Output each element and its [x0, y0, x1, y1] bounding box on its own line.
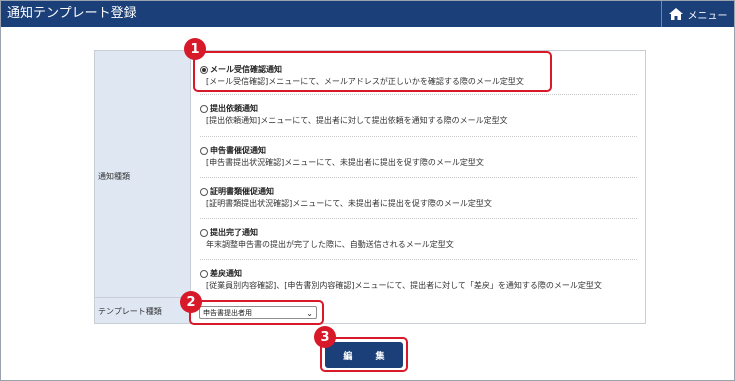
option-name: 申告書催促通知 — [210, 146, 266, 155]
template-type-label: テンプレート種類 — [98, 307, 162, 316]
callout-badge-3: 3 — [314, 326, 336, 348]
radio-submit-request[interactable] — [200, 104, 208, 113]
option-name: 証明書類催促通知 — [210, 187, 274, 196]
radio-submit-complete[interactable] — [200, 228, 208, 237]
callout-badge-2: 2 — [180, 291, 202, 313]
option-desc: [提出依頼通知]メニューにて、提出者に対して提出依頼を通知する際のメール定型文 — [206, 116, 508, 125]
option-remand[interactable]: 差戻通知 [従業員別内容確認]、[申告書別内容確認]メニューにて、提出者に対して… — [200, 268, 637, 296]
option-name: 差戻通知 — [210, 269, 242, 278]
option-name: メール受信確認通知 — [210, 65, 282, 74]
template-form: 通知種類 テンプレート種類 メール受信確認通知 [メール受信確認]メニューにて、… — [94, 50, 646, 324]
option-submit-request[interactable]: 提出依頼通知 [提出依頼通知]メニューにて、提出者に対して提出依頼を通知する際の… — [200, 103, 637, 137]
edit-button[interactable]: 編 集 — [325, 342, 403, 368]
option-desc: 年末調整申告書の提出が完了した際に、自動送信されるメール定型文 — [206, 240, 454, 249]
chevron-down-icon: ⌄ — [306, 309, 313, 318]
option-submit-complete[interactable]: 提出完了通知 年末調整申告書の提出が完了した際に、自動送信されるメール定型文 — [200, 227, 637, 260]
notification-type-label: 通知種類 — [98, 172, 130, 181]
template-type-label-cell: テンプレート種類 — [95, 298, 191, 323]
home-icon — [668, 8, 683, 20]
option-desc: [証明書類提出状況確認]メニューにて、未提出者に提出を促す際のメール定型文 — [206, 199, 492, 208]
option-mail-confirm[interactable]: メール受信確認通知 [メール受信確認]メニューにて、メールアドレスが正しいかを確… — [200, 64, 637, 95]
notification-type-label-cell: 通知種類 — [95, 51, 191, 298]
option-declaration-reminder[interactable]: 申告書催促通知 [申告書提出状況確認]メニューにて、未提出者に提出を促す際のメー… — [200, 145, 637, 178]
template-select-value: 申告書提出者用 — [203, 309, 252, 317]
page-header: 通知テンプレート登録 メニュー — [1, 1, 734, 27]
radio-remand[interactable] — [200, 269, 208, 278]
option-desc: [メール受信確認]メニューにて、メールアドレスが正しいかを確認する際のメール定型… — [206, 77, 524, 86]
menu-label: メニュー — [687, 10, 728, 22]
page-title: 通知テンプレート登録 — [7, 6, 137, 21]
radio-mail-confirm[interactable] — [200, 65, 208, 74]
option-desc: [申告書提出状況確認]メニューにて、未提出者に提出を促す際のメール定型文 — [206, 158, 484, 167]
window-frame: 通知テンプレート登録 メニュー 通知種類 テンプレート種類 メール受信確認通知 … — [0, 0, 735, 381]
menu-button[interactable]: メニュー — [661, 1, 734, 27]
option-certificate-reminder[interactable]: 証明書類催促通知 [証明書類提出状況確認]メニューにて、未提出者に提出を促す際の… — [200, 186, 637, 219]
option-desc: [従業員別内容確認]、[申告書別内容確認]メニューにて、提出者に対して「差戻」を… — [206, 281, 602, 290]
callout-badge-1: 1 — [184, 38, 206, 60]
template-type-select[interactable]: 申告書提出者用 ⌄ — [199, 306, 317, 319]
radio-declaration-reminder[interactable] — [200, 146, 208, 155]
option-name: 提出依頼通知 — [210, 104, 258, 113]
option-name: 提出完了通知 — [210, 228, 258, 237]
radio-certificate-reminder[interactable] — [200, 187, 208, 196]
